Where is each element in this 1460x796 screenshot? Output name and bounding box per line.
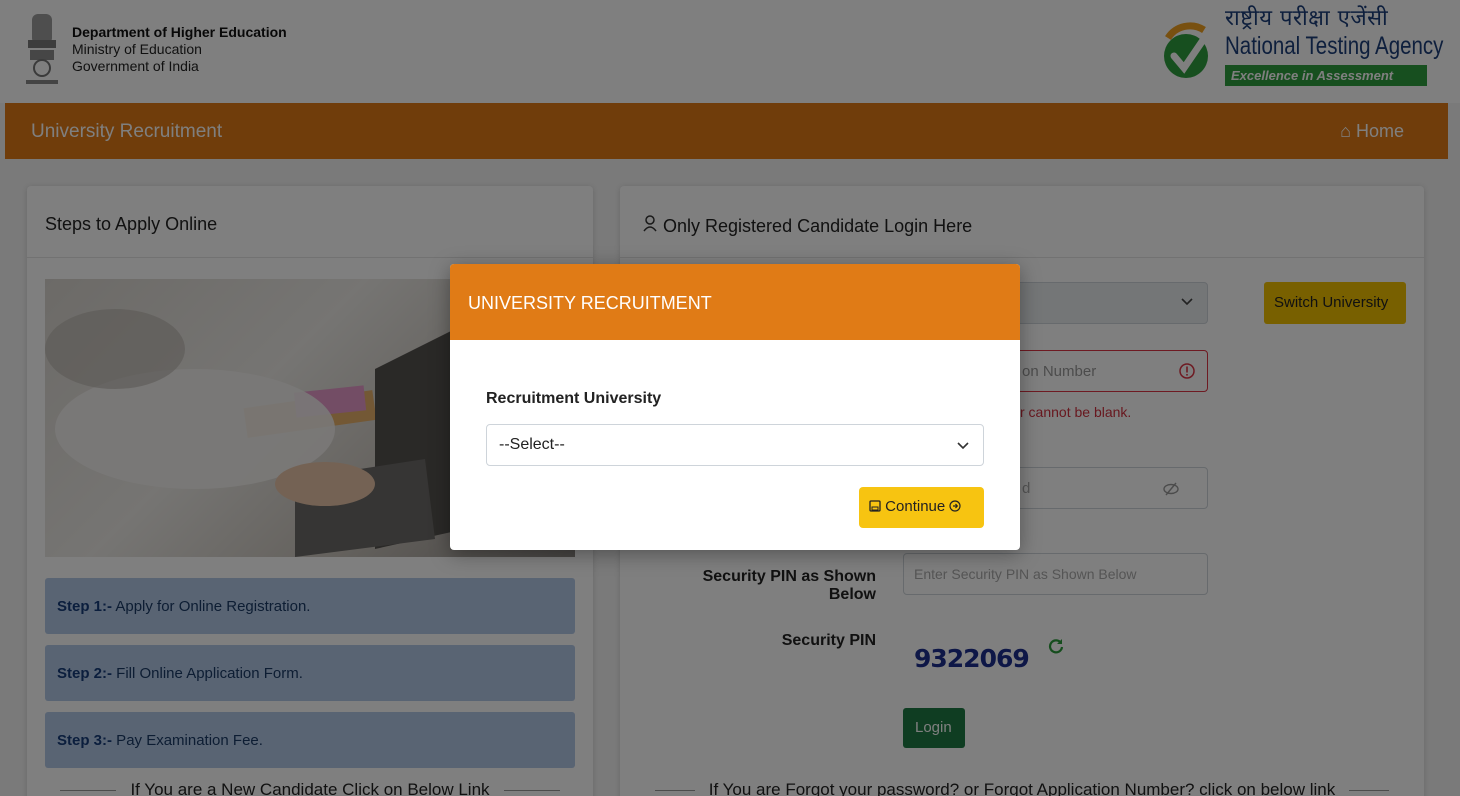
modal-title: UNIVERSITY RECRUITMENT (450, 264, 1020, 340)
university-recruitment-modal: UNIVERSITY RECRUITMENT Recruitment Unive… (450, 264, 1020, 550)
continue-label: Continue (885, 498, 946, 515)
recruitment-university-select[interactable]: --Select-- (486, 424, 984, 466)
arrow-circle-right-icon (949, 500, 961, 512)
select-value: --Select-- (499, 436, 565, 453)
recruitment-university-label: Recruitment University (486, 390, 662, 407)
save-icon (869, 500, 881, 512)
chevron-down-icon (957, 442, 969, 450)
continue-button[interactable]: Continue (859, 487, 984, 528)
